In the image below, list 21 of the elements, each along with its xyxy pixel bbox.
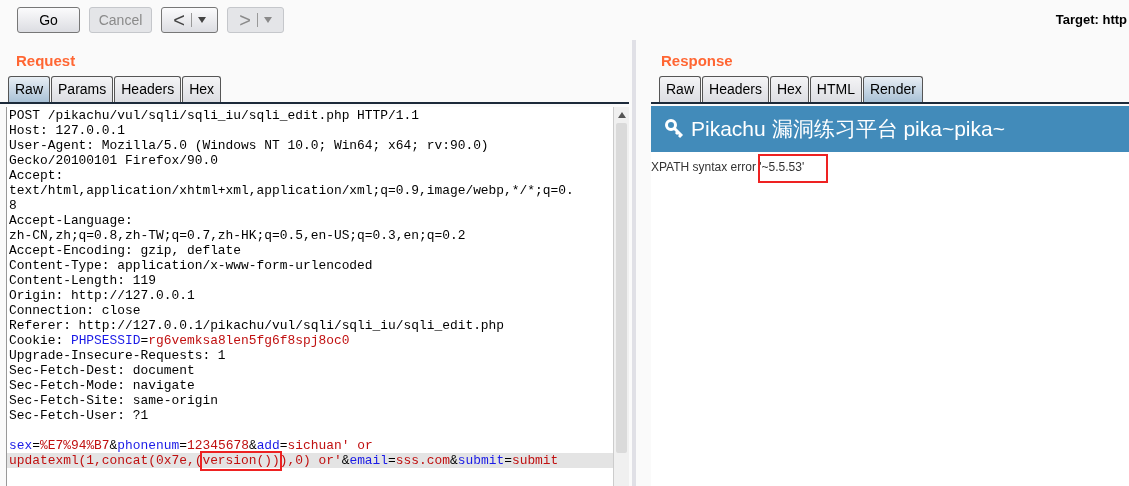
tab[interactable]: Headers	[114, 76, 182, 102]
tab[interactable]: Raw	[659, 76, 701, 102]
tab[interactable]: Hex	[182, 76, 222, 102]
tab[interactable]: Hex	[769, 76, 809, 102]
dropdown-caret-icon	[197, 17, 206, 23]
error-message: XPATH syntax error '~5.5.53'	[651, 160, 805, 174]
tab[interactable]: Headers	[702, 76, 769, 102]
target-label: Target: http	[1055, 11, 1127, 30]
key-icon	[665, 119, 685, 139]
tab[interactable]: Raw	[8, 76, 50, 102]
highlight-box	[758, 154, 828, 183]
tab[interactable]: Params	[51, 76, 114, 102]
panel-title: Response	[661, 50, 733, 71]
tab[interactable]: Render	[862, 76, 923, 102]
history-button[interactable]: <	[161, 7, 218, 33]
tab[interactable]: HTML	[809, 76, 862, 102]
scroll-up-icon[interactable]	[617, 112, 626, 118]
dropdown-caret-icon	[263, 17, 272, 23]
panel-title: Request	[16, 50, 76, 71]
page-banner: Pikachu 漏洞练习平台 pika~pika~	[651, 106, 1129, 152]
toolbar-button[interactable]: Go	[17, 7, 80, 33]
